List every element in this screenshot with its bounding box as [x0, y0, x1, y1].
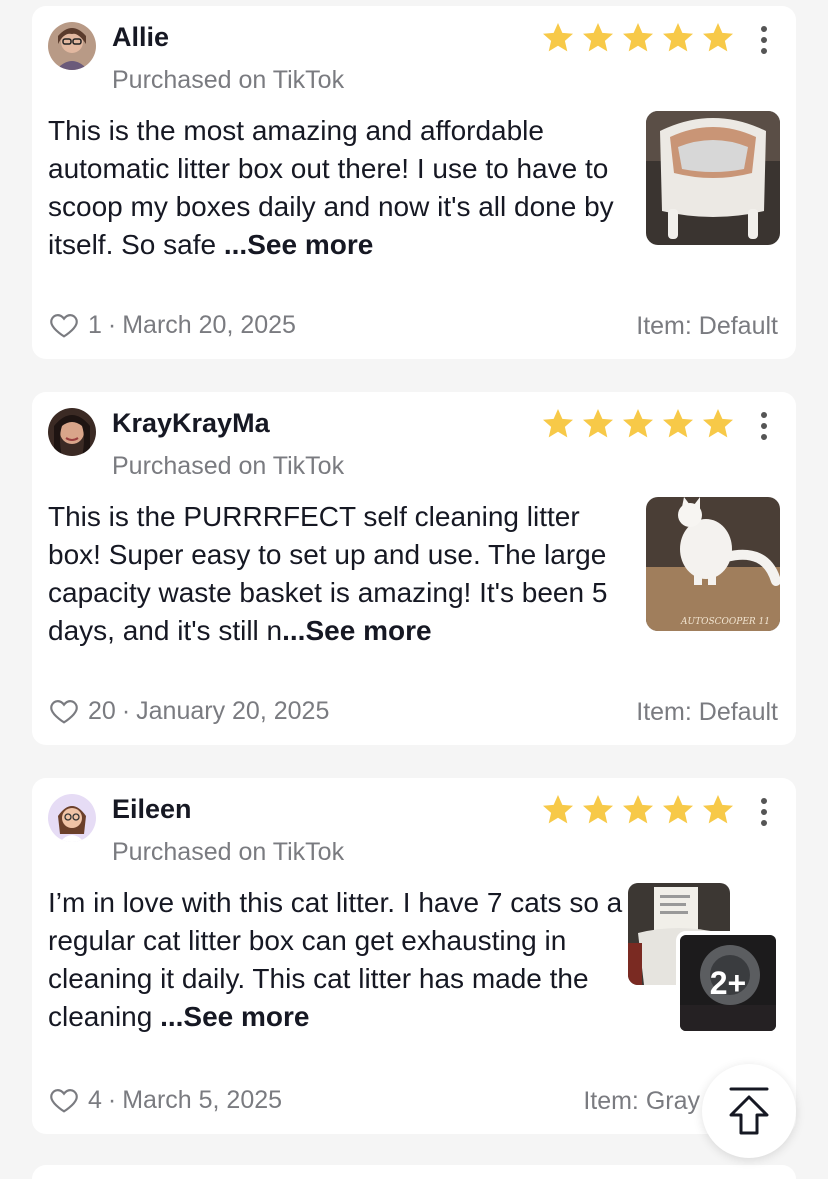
item-variant: Item: Default: [636, 698, 778, 726]
heart-outline-icon[interactable]: [48, 1084, 80, 1116]
scroll-to-top-button[interactable]: [702, 1064, 796, 1158]
avatar[interactable]: [48, 408, 96, 456]
star-icon: [703, 409, 733, 438]
separator: ·: [107, 310, 117, 339]
review-meta: 20 · January 20, 2025: [48, 695, 329, 727]
image-count-badge: 2+: [680, 935, 776, 1031]
star-icon: [583, 795, 613, 824]
more-vertical-icon[interactable]: [752, 22, 776, 58]
see-more-link[interactable]: ...See more: [160, 1001, 309, 1032]
review-card-partial: [32, 1165, 796, 1179]
like-count: 1: [88, 310, 102, 339]
avatar[interactable]: [48, 794, 96, 842]
star-icon: [703, 795, 733, 824]
purchase-source: Purchased on TikTok: [112, 838, 345, 866]
reviews-page: Allie Purchased on TikTok This is the mo…: [0, 0, 828, 1179]
review-date: March 20, 2025: [122, 310, 296, 339]
review-image[interactable]: AUTOSCOOPER 11: [646, 497, 780, 631]
purchase-source: Purchased on TikTok: [112, 66, 345, 94]
star-icon: [543, 23, 573, 52]
heart-outline-icon[interactable]: [48, 695, 80, 727]
star-icon: [703, 23, 733, 52]
review-image[interactable]: [646, 111, 780, 245]
separator: ·: [107, 1085, 117, 1114]
see-more-link[interactable]: ...See more: [282, 615, 431, 646]
more-vertical-icon[interactable]: [752, 794, 776, 830]
review-text[interactable]: This is the PURRRFECT self cleaning litt…: [48, 498, 628, 650]
review-meta: 4 · March 5, 2025: [48, 1084, 282, 1116]
star-rating: [540, 406, 736, 442]
star-icon: [543, 409, 573, 438]
review-image-more[interactable]: 2+: [676, 931, 780, 1035]
item-variant: Item: Gray: [583, 1087, 700, 1115]
like-count: 20: [88, 696, 116, 725]
review-date: January 20, 2025: [136, 696, 330, 725]
review-text[interactable]: I’m in love with this cat litter. I have…: [48, 884, 628, 1036]
review-date: March 5, 2025: [122, 1085, 283, 1114]
review-text[interactable]: This is the most amazing and affordable …: [48, 112, 628, 264]
star-icon: [583, 409, 613, 438]
star-icon: [623, 23, 653, 52]
arrow-up-to-top-icon: [729, 1087, 769, 1135]
image-caption: AUTOSCOOPER 11: [681, 617, 770, 627]
separator: ·: [121, 696, 131, 725]
reviewer-name[interactable]: KrayKrayMa: [112, 408, 270, 439]
star-rating: [540, 20, 736, 56]
see-more-link[interactable]: ...See more: [224, 229, 373, 260]
star-rating: [540, 792, 736, 828]
like-count: 4: [88, 1085, 102, 1114]
avatar[interactable]: [48, 22, 96, 70]
star-icon: [583, 23, 613, 52]
review-card: Eileen Purchased on TikTok I’m in love w…: [32, 778, 796, 1134]
reviewer-name[interactable]: Allie: [112, 22, 169, 53]
review-body: I’m in love with this cat litter. I have…: [48, 887, 623, 1032]
review-meta: 1 · March 20, 2025: [48, 309, 296, 341]
reviewer-name[interactable]: Eileen: [112, 794, 192, 825]
star-icon: [543, 795, 573, 824]
purchase-source: Purchased on TikTok: [112, 452, 345, 480]
star-icon: [623, 795, 653, 824]
review-card: KrayKrayMa Purchased on TikTok This is t…: [32, 392, 796, 745]
star-icon: [663, 23, 693, 52]
more-vertical-icon[interactable]: [752, 408, 776, 444]
star-icon: [623, 409, 653, 438]
heart-outline-icon[interactable]: [48, 309, 80, 341]
item-variant: Item: Default: [636, 312, 778, 340]
star-icon: [663, 409, 693, 438]
review-card: Allie Purchased on TikTok This is the mo…: [32, 6, 796, 359]
star-icon: [663, 795, 693, 824]
